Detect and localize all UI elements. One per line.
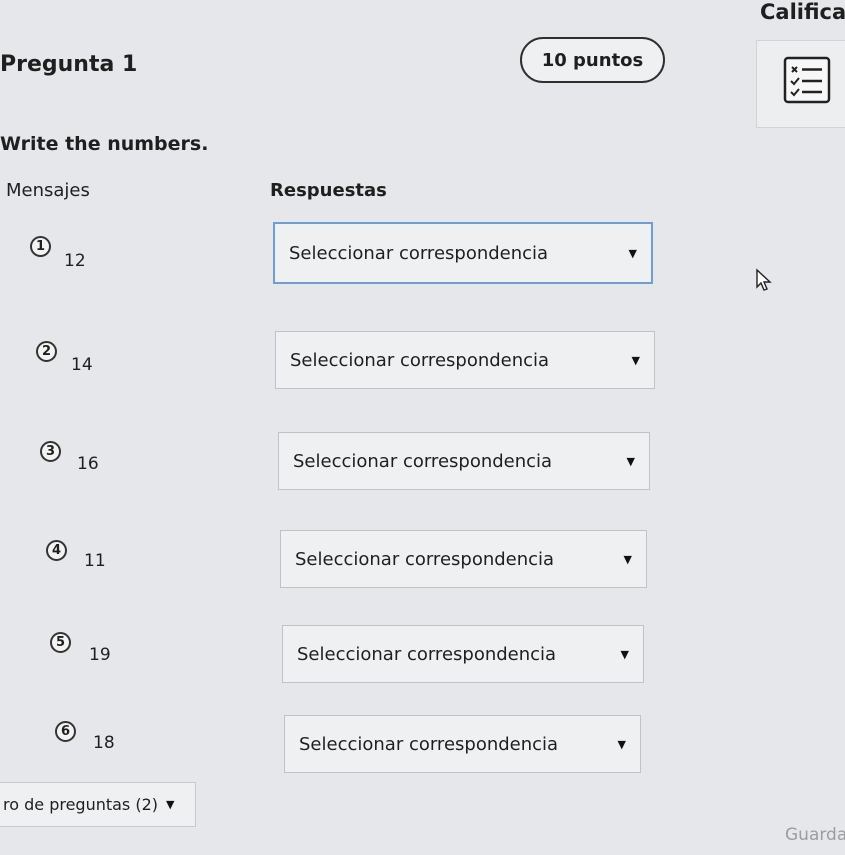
select-label: Seleccionar correspondencia [293,450,553,472]
match-select-2[interactable]: Seleccionar correspondencia ▼ [275,331,655,389]
chevron-down-icon: ▼ [617,737,626,751]
chevron-down-icon: ▼ [620,647,629,661]
select-label: Seleccionar correspondencia [297,643,557,665]
mouse-cursor-icon [756,268,772,291]
row-number-badge: 5 [50,632,71,653]
select-label: Seleccionar correspondencia [299,733,559,755]
match-select-4[interactable]: Seleccionar correspondencia ▼ [280,530,647,588]
grade-header: Calificac [760,0,845,24]
message-value: 16 [77,454,99,474]
points-label: 10 puntos [541,49,644,71]
message-value: 11 [84,551,106,571]
match-select-3[interactable]: Seleccionar correspondencia ▼ [278,432,650,490]
chevron-down-icon: ▼ [623,552,632,566]
row-number-badge: 2 [36,341,57,362]
chevron-down-icon: ▼ [628,246,637,260]
answers-column-header: Respuestas [270,180,387,201]
select-label: Seleccionar correspondencia [289,242,549,264]
chevron-down-icon: ▼ [626,454,635,468]
message-value: 18 [93,733,115,753]
message-value: 12 [64,251,86,271]
match-select-6[interactable]: Seleccionar correspondencia ▼ [284,715,641,773]
rubric-button[interactable] [756,40,845,128]
save-button[interactable]: Guarda [785,825,845,845]
question-navigation-label: ro de preguntas (2) [3,795,159,814]
points-badge: 10 puntos [520,37,665,83]
question-title: Pregunta 1 [0,52,138,77]
message-value: 19 [89,645,111,665]
match-select-1[interactable]: Seleccionar correspondencia ▼ [273,222,653,284]
chevron-down-icon: ▼ [631,353,640,367]
question-navigation-select[interactable]: ro de preguntas (2) ▼ [0,782,196,827]
message-value: 14 [71,355,93,375]
messages-column-header: Mensajes [6,180,90,201]
select-label: Seleccionar correspondencia [295,548,555,570]
row-number-badge: 1 [30,236,51,257]
select-label: Seleccionar correspondencia [290,349,550,371]
question-instructions: Write the numbers. [0,133,209,155]
checklist-icon [783,56,831,104]
match-select-5[interactable]: Seleccionar correspondencia ▼ [282,625,644,683]
row-number-badge: 3 [40,441,61,462]
row-number-badge: 4 [46,540,67,561]
chevron-down-icon: ▼ [166,798,175,811]
row-number-badge: 6 [55,721,76,742]
